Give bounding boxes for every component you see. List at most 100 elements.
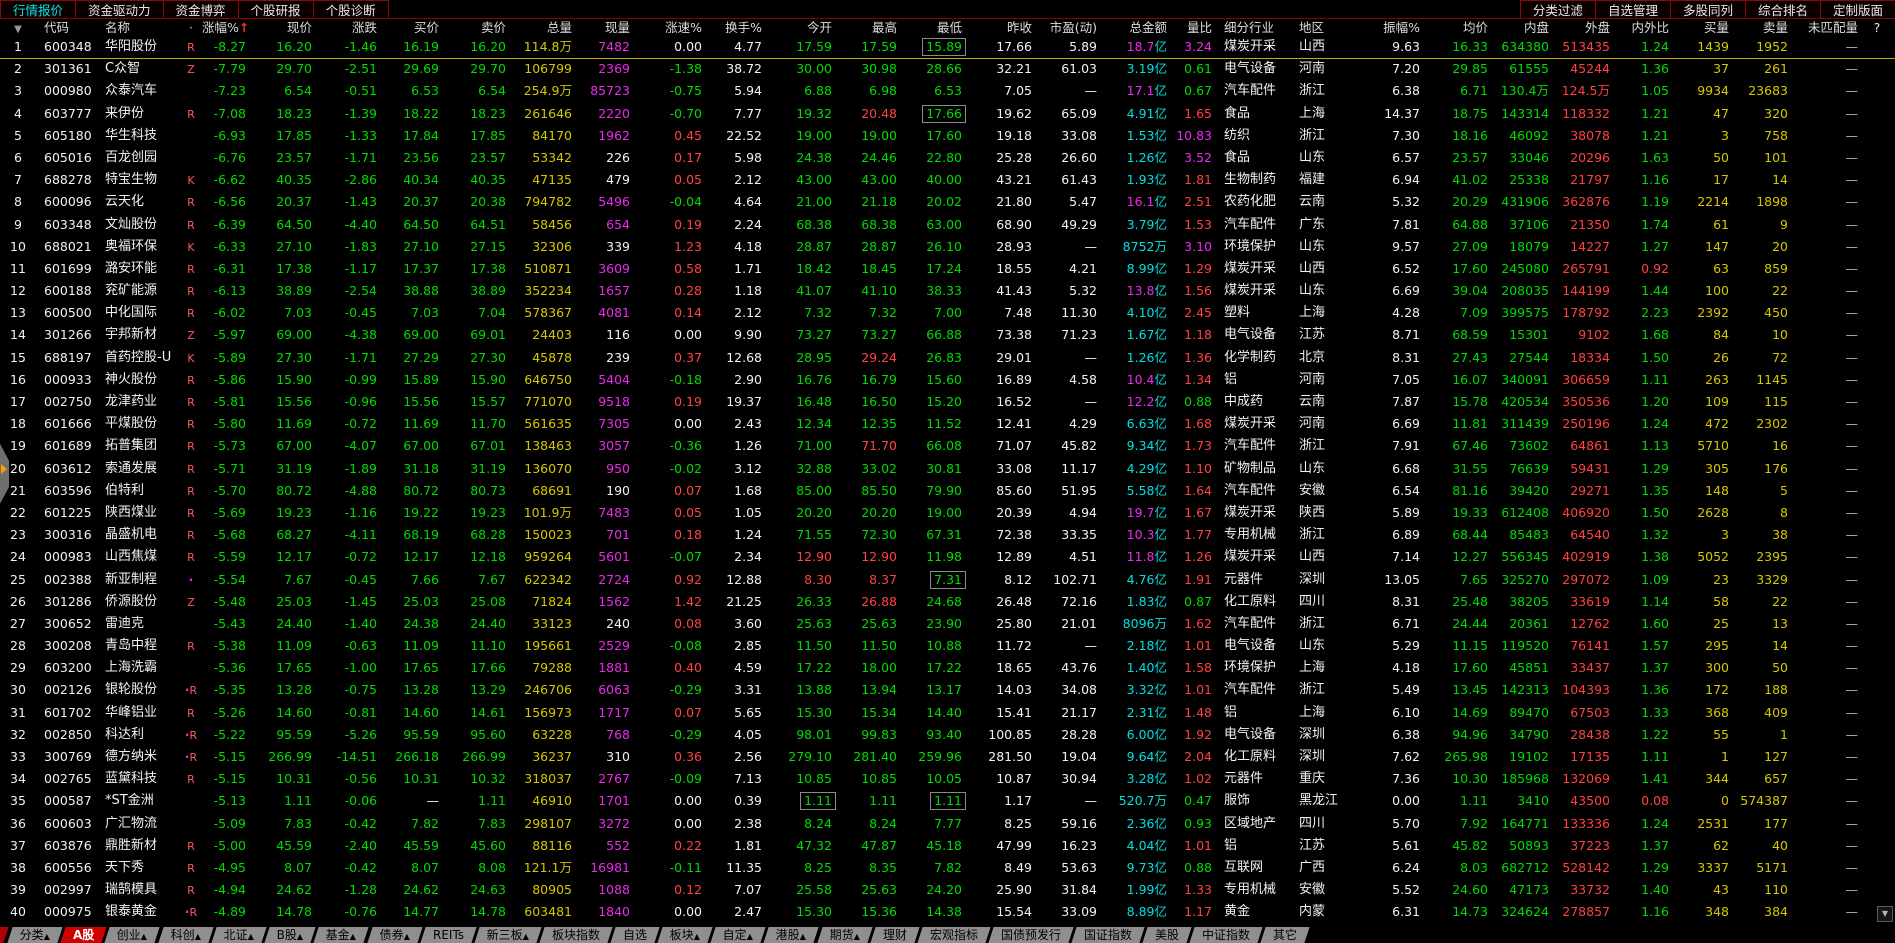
table-row[interactable]: 24 000983 山西焦煤 R -5.59 12.17 -0.72 12.17 12.18 95… <box>0 546 1895 568</box>
column-header-name[interactable]: 名称 <box>97 19 180 36</box>
market-tab-美股[interactable]: 美股 <box>1142 927 1192 943</box>
market-tab-板块指数[interactable]: 板块指数 <box>539 927 613 943</box>
table-row[interactable]: 10 688021 奥福环保 K -6.33 27.10 -1.83 27.10 27.15 32… <box>0 236 1895 258</box>
column-header-reg[interactable]: 地区 <box>1291 19 1352 36</box>
table-row[interactable]: 31 601702 华峰铝业 R -5.26 14.60 -0.81 14.60 14.61 15… <box>0 702 1895 724</box>
table-row[interactable]: 13 600500 中化国际 R -6.02 7.03 -0.45 7.03 7.04 57836… <box>0 302 1895 324</box>
table-row[interactable]: 20 603612 索通发展 R -5.71 31.19 -1.89 31.18 31.19 13… <box>0 458 1895 480</box>
help-icon[interactable]: ? <box>1862 19 1892 36</box>
table-row[interactable]: 33 300769 德方纳米 ·R -5.15 266.99 -14.51 266.18 266… <box>0 746 1895 768</box>
market-tab-自选[interactable]: 自选 <box>610 927 660 943</box>
table-row[interactable]: 3 000980 众泰汽车 -7.23 6.54 -0.51 6.53 6.54 254.9万 8… <box>0 80 1895 102</box>
table-row[interactable]: 32 002850 科达利 ·R -5.22 95.59 -5.26 95.59 95.60 63… <box>0 724 1895 746</box>
market-tab-期货[interactable]: 期货▲ <box>816 927 873 943</box>
column-header-open[interactable]: 今开 <box>766 19 836 36</box>
table-row[interactable]: 8 600096 云天化 R -6.56 20.37 -1.43 20.37 20.38 7947… <box>0 191 1895 213</box>
column-header-bid[interactable]: 买价 <box>381 19 443 36</box>
column-header-outv[interactable]: 外盘 <box>1553 19 1614 36</box>
market-tab-分类[interactable]: 分类▲ <box>7 927 63 943</box>
scroll-down-button[interactable]: ▼ <box>1877 906 1893 922</box>
column-header-price[interactable]: 现价 <box>250 19 316 36</box>
market-tab-北证[interactable]: 北证▲ <box>211 927 267 943</box>
table-row[interactable]: 12 600188 兖矿能源 R -6.13 38.89 -2.54 38.88 38.89 35… <box>0 280 1895 302</box>
column-header-prev[interactable]: 昨收 <box>966 19 1036 36</box>
table-row[interactable]: 25 002388 新亚制程 · -5.54 7.67 -0.45 7.66 7.67 62234… <box>0 569 1895 591</box>
column-header-ind[interactable]: 细分行业 <box>1216 19 1291 36</box>
menu-item-right-0[interactable]: 分类过滤 <box>1519 0 1596 18</box>
market-tab-板块[interactable]: 板块▲ <box>657 927 713 943</box>
menu-item-right-4[interactable]: 定制版面 <box>1819 0 1895 18</box>
table-row[interactable]: 27 300652 雷迪克 -5.43 24.40 -1.40 24.38 24.40 3312… <box>0 613 1895 635</box>
menu-item-left-2[interactable]: 资金博弈 <box>162 0 239 18</box>
menu-item-left-4[interactable]: 个股诊断 <box>312 0 389 18</box>
table-row[interactable]: 30 002126 银轮股份 ·R -5.35 13.28 -0.75 13.28 13.29 2… <box>0 679 1895 701</box>
table-row[interactable]: 17 002750 龙津药业 R -5.81 15.56 -0.96 15.56 15.57 77… <box>0 391 1895 413</box>
market-tab-港股[interactable]: 港股▲ <box>763 927 820 943</box>
column-header-inv[interactable]: 内盘 <box>1492 19 1553 36</box>
table-row[interactable]: 37 603876 鼎胜新材 R -5.00 45.59 -2.40 45.59 45.60 88… <box>0 835 1895 857</box>
table-row[interactable]: 16 000933 神火股份 R -5.86 15.90 -0.99 15.89 15.90 64… <box>0 369 1895 391</box>
market-tab-创业[interactable]: 创业▲ <box>104 927 161 943</box>
table-row[interactable]: 5 605180 华生科技 -6.93 17.85 -1.33 17.84 17.85 8417… <box>0 125 1895 147</box>
column-header-mark[interactable]: · <box>180 19 202 36</box>
column-header-cur[interactable]: 现量 <box>576 19 634 36</box>
column-header-code[interactable]: 代码 <box>36 19 97 36</box>
table-row[interactable]: 18 601666 平煤股份 R -5.80 11.69 -0.72 11.69 11.70 56… <box>0 413 1895 435</box>
table-row[interactable]: 23 300316 晶盛机电 R -5.68 68.27 -4.11 68.19 68.28 15… <box>0 524 1895 546</box>
market-tab-国债预发行[interactable]: 国债预发行 <box>988 927 1074 943</box>
table-row[interactable]: 6 605016 百龙创园 -6.76 23.57 -1.71 23.56 23.57 5334… <box>0 147 1895 169</box>
market-tab-债券[interactable]: 债券▲ <box>366 927 423 943</box>
table-row[interactable]: 19 601689 拓普集团 R -5.73 67.00 -4.07 67.00 67.01 13… <box>0 435 1895 457</box>
menu-item-left-1[interactable]: 资金驱动力 <box>75 0 164 18</box>
market-tab-REITs[interactable]: REITs <box>420 927 477 943</box>
column-header-low[interactable]: 最低 <box>901 19 966 36</box>
column-header-amt[interactable]: 总金额 <box>1101 19 1171 36</box>
table-row[interactable]: 4 603777 来伊份 R -7.08 18.23 -1.39 18.22 18.23 2616… <box>0 103 1895 125</box>
table-row[interactable]: 11 601699 潞安环能 R -6.31 17.38 -1.17 17.37 17.38 51… <box>0 258 1895 280</box>
table-row[interactable]: 29 603200 上海洗霸 -5.36 17.65 -1.00 17.65 17.66 792… <box>0 657 1895 679</box>
column-header-bvol[interactable]: 买量 <box>1673 19 1733 36</box>
table-row[interactable]: 22 601225 陕西煤业 R -5.69 19.23 -1.16 19.22 19.23 10… <box>0 502 1895 524</box>
table-row[interactable]: 9 603348 文灿股份 R -6.39 64.50 -4.40 64.50 64.51 584… <box>0 214 1895 236</box>
market-tab-中证指数[interactable]: 中证指数 <box>1189 927 1263 943</box>
table-row[interactable]: 28 300208 青岛中程 R -5.38 11.09 -0.63 11.09 11.10 19… <box>0 635 1895 657</box>
menu-item-left-3[interactable]: 个股研报 <box>237 0 314 18</box>
table-row[interactable]: 39 002997 瑞鹄模具 R -4.94 24.62 -1.28 24.62 24.63 80… <box>0 879 1895 901</box>
table-row[interactable]: 15 688197 首药控股-U K -5.89 27.30 -1.71 27.29 27.30… <box>0 347 1895 369</box>
market-tab-其它[interactable]: 其它 <box>1260 927 1310 943</box>
column-header-lb[interactable]: 量比 <box>1171 19 1216 36</box>
market-tab-国证指数[interactable]: 国证指数 <box>1071 927 1145 943</box>
table-row[interactable]: 35 000587 *ST金洲 -5.13 1.11 -0.06 — 1.11 46910 170… <box>0 790 1895 812</box>
column-header-un[interactable]: 未匹配量 <box>1792 19 1862 36</box>
market-tab-宏观指标[interactable]: 宏观指标 <box>917 927 991 943</box>
table-row[interactable]: 34 002765 蓝黛科技 R -5.15 10.31 -0.56 10.31 10.32 31… <box>0 768 1895 790</box>
column-header-ask[interactable]: 卖价 <box>443 19 510 36</box>
table-row[interactable]: 26 301286 侨源股份 Z -5.48 25.03 -1.45 25.03 25.08 71… <box>0 591 1895 613</box>
column-header-avg[interactable]: 均价 <box>1424 19 1492 36</box>
market-tab-理财[interactable]: 理财 <box>870 927 920 943</box>
market-tab-新三板[interactable]: 新三板▲ <box>474 927 542 943</box>
market-tab-科创[interactable]: 科创▲ <box>158 927 214 943</box>
market-tab-自定[interactable]: 自定▲ <box>710 927 766 943</box>
column-header-vol[interactable]: 总量 <box>510 19 576 36</box>
column-header-pct[interactable]: 涨幅%↑ <box>202 19 250 36</box>
column-header-turn[interactable]: 换手% <box>706 19 766 36</box>
column-header-pe[interactable]: 市盈(动) <box>1036 19 1101 36</box>
table-row[interactable]: 38 600556 天下秀 R -4.95 8.07 -0.42 8.07 8.08 121.1万… <box>0 857 1895 879</box>
table-row[interactable]: 7 688278 特宝生物 K -6.62 40.35 -2.86 40.34 40.35 471… <box>0 169 1895 191</box>
table-row[interactable]: 21 603596 伯特利 R -5.70 80.72 -4.88 80.72 80.73 686… <box>0 480 1895 502</box>
market-tab-基金[interactable]: 基金▲ <box>313 927 370 943</box>
menu-item-right-2[interactable]: 多股同列 <box>1669 0 1746 18</box>
table-row[interactable]: 14 301266 宇邦新材 Z -5.97 69.00 -4.38 69.00 69.01 24… <box>0 324 1895 346</box>
column-header-svol[interactable]: 卖量 <box>1733 19 1792 36</box>
table-row[interactable]: 2 301361 C众智 Z -7.79 29.70 -2.51 29.69 29.70 1067… <box>0 58 1895 80</box>
filter-dropdown-icon[interactable]: ▼ <box>14 24 22 35</box>
column-header-idx[interactable]: ▼ <box>0 19 36 36</box>
menu-item-left-0[interactable]: 行情报价 <box>0 0 77 18</box>
column-header-chg[interactable]: 涨跌 <box>316 19 381 36</box>
market-tab-A股[interactable]: A股 <box>60 927 108 943</box>
menu-item-right-1[interactable]: 自选管理 <box>1594 0 1671 18</box>
column-header-ampl[interactable]: 振幅% <box>1352 19 1424 36</box>
menu-item-right-3[interactable]: 综合排名 <box>1744 0 1821 18</box>
column-header-io[interactable]: 内外比 <box>1614 19 1673 36</box>
